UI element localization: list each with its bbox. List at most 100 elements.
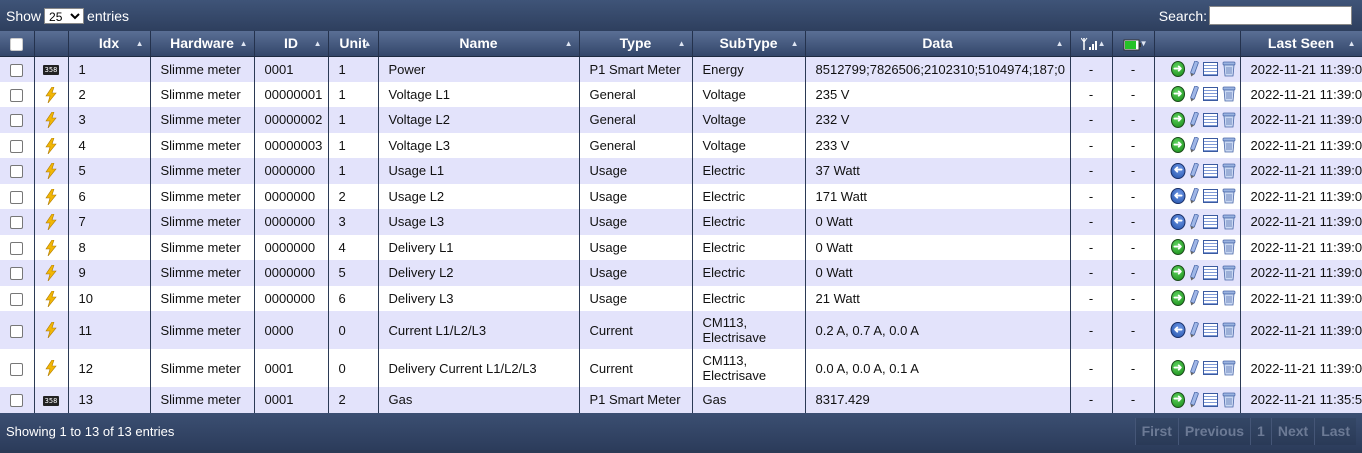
row-checkbox[interactable] [10,292,24,306]
row-checkbox[interactable] [10,216,24,230]
table-row[interactable]: 4 Slimme meter 00000003 1 Voltage L3 General V… [0,132,1362,158]
column-header-id[interactable]: ID ▲ [254,31,329,57]
delete-icon[interactable] [1222,265,1236,281]
edit-icon[interactable] [1189,136,1199,153]
log-icon[interactable] [1203,62,1218,76]
row-checkbox[interactable] [10,324,24,338]
column-header-type[interactable]: Type ▲ [579,31,693,57]
table-row[interactable]: 10 Slimme meter 0000000 6 Delivery L3 Usage El… [0,285,1362,311]
log-arrow-blue-icon[interactable]: ➜ [1170,213,1185,230]
lightning-icon[interactable] [45,359,57,377]
delete-icon[interactable] [1222,137,1236,153]
delete-icon[interactable] [1222,61,1236,77]
log-arrow-blue-icon[interactable]: ➜ [1170,162,1185,179]
delete-icon[interactable] [1222,360,1236,376]
favorite-arrow-green-icon[interactable]: ➜ [1170,239,1185,256]
table-row[interactable]: 5 Slimme meter 0000000 1 Usage L1 Usage Electr… [0,158,1362,184]
row-checkbox[interactable] [10,241,24,255]
log-icon[interactable] [1203,214,1218,229]
page-1-button[interactable]: 1 [1250,417,1271,445]
delete-icon[interactable] [1222,392,1236,408]
edit-icon[interactable] [1189,85,1199,102]
favorite-arrow-green-icon[interactable]: ➜ [1170,86,1185,103]
table-row[interactable]: 3 Slimme meter 00000002 1 Voltage L2 General V… [0,107,1362,133]
log-icon[interactable] [1203,265,1218,280]
log-icon[interactable] [1203,361,1218,375]
last-page-button[interactable]: Last [1314,417,1356,445]
delete-icon[interactable] [1222,214,1236,230]
table-row[interactable]: 358 1 Slimme meter 0001 1 Power P1 Smart Meter… [0,56,1362,82]
delete-icon[interactable] [1222,163,1236,179]
favorite-arrow-green-icon[interactable]: ➜ [1170,111,1185,128]
previous-page-button[interactable]: Previous [1177,417,1251,445]
log-icon[interactable] [1203,240,1218,255]
favorite-arrow-green-icon[interactable]: ➜ [1170,391,1185,408]
log-icon[interactable] [1203,323,1218,337]
lightning-icon[interactable] [45,264,57,282]
first-page-button[interactable]: First [1134,417,1178,445]
table-row[interactable]: 6 Slimme meter 0000000 2 Usage L2 Usage Electr… [0,183,1362,209]
column-header-last-seen[interactable]: Last Seen ▲ [1240,31,1362,57]
row-checkbox[interactable] [10,267,24,281]
column-header-battery[interactable]: ▼ [1112,31,1155,57]
table-row[interactable]: 9 Slimme meter 0000000 5 Delivery L2 Usage Ele… [0,260,1362,286]
column-header-subtype[interactable]: SubType ▲ [692,31,806,57]
delete-icon[interactable] [1222,322,1236,338]
delete-icon[interactable] [1222,290,1236,306]
lightning-icon[interactable] [45,137,57,154]
row-checkbox[interactable] [10,362,24,376]
favorite-arrow-green-icon[interactable]: ➜ [1170,137,1185,154]
column-header-idx[interactable]: Idx ▲ [68,31,151,57]
edit-icon[interactable] [1189,321,1199,338]
table-row[interactable]: 11 Slimme meter 0000 0 Current L1/L2/L3 Curre… [0,311,1362,349]
edit-icon[interactable] [1189,391,1199,408]
edit-icon[interactable] [1189,264,1199,281]
edit-icon[interactable] [1189,289,1199,306]
log-icon[interactable] [1203,189,1218,204]
column-header-hardware[interactable]: Hardware ▲ [150,31,255,57]
lightning-icon[interactable] [45,321,57,339]
edit-icon[interactable] [1189,359,1199,376]
table-row[interactable]: 8 Slimme meter 0000000 4 Delivery L1 Usage Ele… [0,234,1362,260]
delete-icon[interactable] [1222,239,1236,255]
search-input[interactable] [1209,6,1352,25]
row-checkbox[interactable] [10,63,24,77]
row-checkbox[interactable] [10,394,24,408]
favorite-arrow-green-icon[interactable]: ➜ [1170,360,1185,376]
next-page-button[interactable]: Next [1270,417,1315,445]
lightning-icon[interactable] [45,111,57,129]
lightning-icon[interactable] [45,290,57,307]
log-arrow-blue-icon[interactable]: ➜ [1170,188,1185,205]
table-row[interactable]: 12 Slimme meter 0001 0 Delivery Current L1/L… [0,349,1362,387]
column-header-name[interactable]: Name ▲ [378,31,580,57]
lightning-icon[interactable] [45,86,57,103]
select-all-checkbox[interactable] [10,38,24,52]
row-checkbox[interactable] [10,190,24,204]
edit-icon[interactable] [1189,238,1199,255]
favorite-arrow-green-icon[interactable]: ➜ [1170,61,1185,77]
column-header-unit[interactable]: Unit ▲ [328,31,379,57]
select-all-header[interactable] [0,31,35,57]
meter-icon[interactable]: 358 [43,395,59,406]
page-length-select[interactable]: 25 [44,7,85,24]
log-icon[interactable] [1203,112,1218,127]
log-icon[interactable] [1203,87,1218,102]
meter-icon[interactable]: 358 [43,65,59,76]
lightning-icon[interactable] [45,162,57,180]
lightning-icon[interactable] [45,239,57,256]
log-icon[interactable] [1203,392,1218,407]
delete-icon[interactable] [1222,188,1236,204]
row-checkbox[interactable] [10,139,24,153]
log-icon[interactable] [1203,163,1218,178]
edit-icon[interactable] [1189,187,1199,204]
log-arrow-blue-icon[interactable]: ➜ [1170,322,1185,338]
delete-icon[interactable] [1222,112,1236,128]
row-checkbox[interactable] [10,165,24,179]
favorite-arrow-green-icon[interactable]: ➜ [1170,290,1185,307]
edit-icon[interactable] [1189,213,1199,230]
log-icon[interactable] [1203,291,1218,306]
row-checkbox[interactable] [10,114,24,128]
table-row[interactable]: 358 13 Slimme meter 0001 2 Gas P1 Smart Meter G… [0,387,1362,413]
favorite-arrow-green-icon[interactable]: ➜ [1170,264,1185,281]
delete-icon[interactable] [1222,86,1236,102]
